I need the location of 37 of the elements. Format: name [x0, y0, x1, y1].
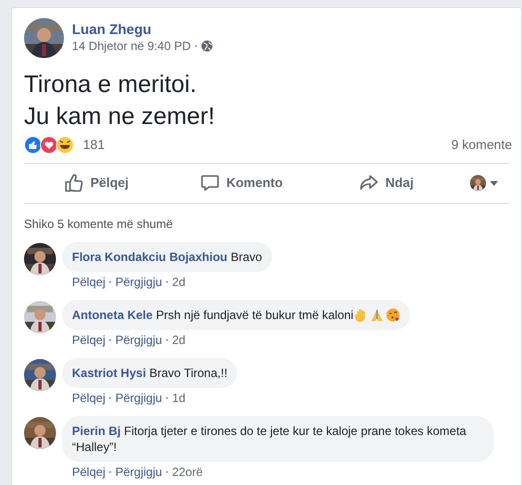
comment-bubble: Antoneta Kele Prsh një fundjavë të bukur tmë kaloni	[62, 300, 410, 330]
globe-icon	[200, 40, 213, 52]
reply-link[interactable]: Përgjigju	[115, 274, 162, 288]
comment-count[interactable]: 9 komente	[451, 135, 512, 154]
post-text: Tirona e meritoi.	[24, 70, 198, 100]
praying-hands-icon	[370, 308, 384, 322]
comment-time[interactable]: 2d	[172, 332, 186, 346]
commenter-name[interactable]: Kastriot Hysi	[72, 366, 146, 380]
commenter-name[interactable]: Antoneta Kele	[72, 308, 153, 322]
author-name[interactable]: Luan Zhegu	[72, 20, 213, 38]
share-arrow-icon	[359, 173, 380, 193]
caret-icon	[490, 180, 498, 186]
like-link[interactable]: Pëlqej	[72, 332, 106, 346]
like-button[interactable]: Pëlqej	[24, 167, 169, 199]
commenter-name[interactable]: Pierin Bj	[72, 424, 121, 438]
comment-bubble: Pierin Bj Fitorja tjeter e tirones do te jete kur te kaloje prane tokes kometa “Halley”!	[62, 416, 494, 462]
comment-time[interactable]: 2d	[172, 274, 186, 288]
commenter-name[interactable]: Flora Kondakciu Bojaxhiou	[72, 250, 228, 264]
comment-bubble: Kastriot Hysi Bravo Tirona,!!	[62, 358, 238, 388]
comment-button[interactable]: Komento	[169, 167, 314, 199]
comment-time[interactable]: 22orë	[172, 464, 203, 478]
comment-bubble: Flora Kondakciu Bojaxhiou Bravo	[62, 242, 272, 272]
like-link[interactable]: Pëlqej	[72, 390, 106, 404]
reply-link[interactable]: Përgjigju	[115, 332, 162, 346]
reply-link[interactable]: Përgjigju	[115, 390, 162, 404]
reply-link[interactable]: Përgjigju	[115, 464, 162, 478]
speech-bubble-icon	[200, 173, 220, 193]
post-text: Ju kam ne zemer!	[24, 102, 216, 132]
share-button[interactable]: Ndaj	[314, 167, 459, 199]
reaction-count[interactable]: 181	[83, 135, 105, 154]
thumbs-up-icon	[64, 173, 84, 193]
post-timestamp[interactable]: 14 Dhjetor në 9:40 PD	[72, 38, 191, 54]
like-link[interactable]: Pëlqej	[72, 464, 106, 478]
kissing-face-icon	[386, 308, 400, 322]
comment-time[interactable]: 1d	[172, 390, 186, 404]
more-comments-link[interactable]: Shiko 5 komente më shumë	[24, 216, 173, 230]
like-link[interactable]: Pëlqej	[72, 274, 106, 288]
